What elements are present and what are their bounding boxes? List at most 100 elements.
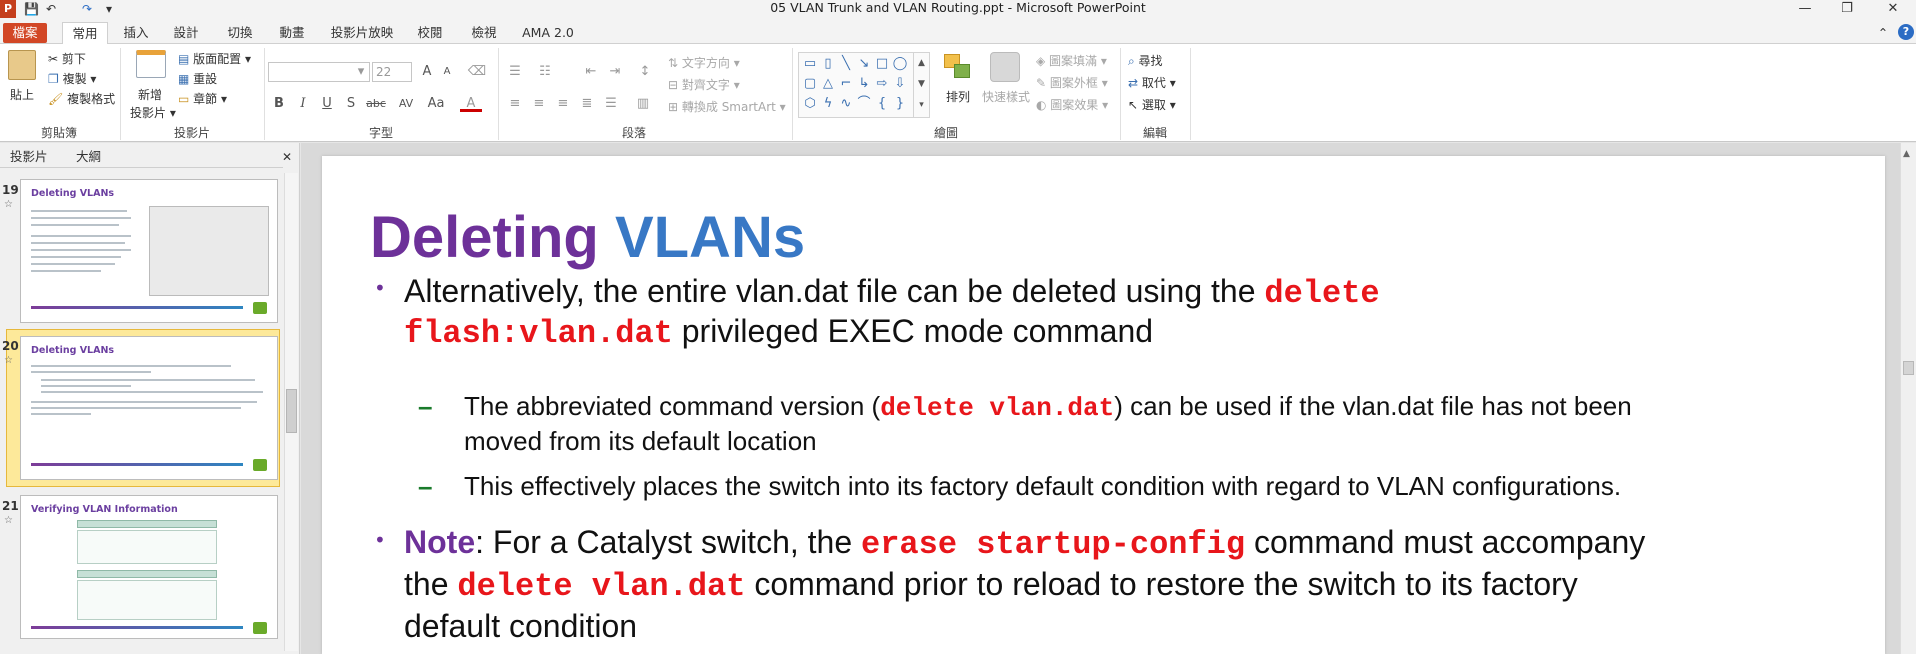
tab-review[interactable]: 校閱 (412, 22, 448, 44)
tab-slideshow[interactable]: 投影片放映 (328, 22, 396, 44)
underline-button[interactable]: U (316, 94, 338, 114)
line-shape-icon[interactable]: ╲ (837, 55, 855, 73)
distribute-icon[interactable]: ☰ (600, 94, 622, 114)
vertical-textbox-shape-icon[interactable]: ▯ (819, 55, 837, 73)
triangle-shape-icon[interactable]: △ (819, 75, 837, 93)
right-arrow-shape-icon[interactable]: ⇨ (873, 75, 891, 93)
hexagon-shape-icon[interactable]: ⬡ (801, 95, 819, 113)
cut-button[interactable]: ✂ 剪下 (48, 50, 86, 68)
scroll-up-icon[interactable]: ▲ (1903, 149, 1910, 159)
strikethrough-button[interactable]: abc (362, 94, 390, 114)
brace-shape-icon[interactable]: { (873, 95, 891, 113)
section-button[interactable]: ▭ 章節 ▾ (178, 90, 227, 108)
tab-transitions[interactable]: 切換 (222, 22, 258, 44)
align-right-icon[interactable]: ≡ (552, 94, 574, 114)
note-line-1[interactable]: Note: For a Catalyst switch, the erase s… (404, 522, 1645, 565)
paste-icon[interactable] (8, 50, 36, 80)
replace-button[interactable]: ⇄ 取代 ▾ (1128, 74, 1176, 92)
slide-thumbnail-20[interactable]: Deleting VLANs (20, 336, 278, 480)
align-left-icon[interactable]: ≡ (504, 94, 526, 114)
clear-format-icon[interactable]: ⌫ (466, 62, 488, 82)
lightning-shape-icon[interactable]: ϟ (819, 95, 837, 113)
tab-home[interactable]: 常用 (62, 22, 108, 45)
decrease-indent-icon[interactable]: ⇤ (580, 62, 602, 82)
layout-button[interactable]: ▤ 版面配置 ▾ (178, 50, 251, 68)
freeform-shape-icon[interactable]: ⌒ (855, 95, 873, 113)
select-button[interactable]: ↖ 選取 ▾ (1128, 96, 1176, 114)
panel-scroll-thumb[interactable] (286, 389, 297, 433)
gallery-scroll-icon[interactable]: ▲ ▼ ▾ (913, 53, 929, 117)
font-name-dropdown-icon[interactable]: ▾ (352, 62, 370, 82)
help-icon[interactable]: ? (1898, 24, 1914, 40)
bold-button[interactable]: B (268, 94, 290, 114)
brace-right-shape-icon[interactable]: } (891, 95, 909, 113)
tab-animations[interactable]: 動畫 (274, 22, 310, 44)
align-text-button[interactable]: ⊟ 對齊文字 ▾ (668, 76, 740, 94)
bullet-1-line-2[interactable]: flash:vlan.dat privileged EXEC mode comm… (404, 311, 1153, 354)
slide-canvas[interactable]: Deleting VLANs • Alternatively, the enti… (322, 156, 1885, 654)
elbow-arrow-shape-icon[interactable]: ↳ (855, 75, 873, 93)
curve-shape-icon[interactable]: ∿ (837, 95, 855, 113)
reset-button[interactable]: ▦ 重設 (178, 70, 217, 88)
tab-file[interactable]: 檔案 (3, 23, 47, 43)
close-button[interactable]: ✕ (1876, 0, 1910, 18)
new-slide-menu[interactable]: 投影片 ▾ (130, 104, 176, 122)
increase-indent-icon[interactable]: ⇥ (604, 62, 626, 82)
font-size-input[interactable]: 22 (372, 62, 412, 82)
tab-insert[interactable]: 插入 (118, 22, 154, 44)
copy-button[interactable]: ❐ 複製 ▾ (48, 70, 96, 88)
arrange-button[interactable]: 排列 (946, 88, 970, 106)
shape-effects-button[interactable]: ◐ 圖案效果 ▾ (1036, 96, 1108, 114)
sub-bullet-1-line-1[interactable]: The abbreviated command version (delete … (464, 389, 1632, 426)
oval-shape-icon[interactable]: ◯ (891, 55, 909, 73)
font-color-button[interactable]: A (460, 94, 482, 112)
editor-scrollbar[interactable]: ▲ (1900, 143, 1916, 654)
rounded-rect-shape-icon[interactable]: ▢ (801, 75, 819, 93)
paste-button[interactable]: 貼上 (10, 86, 34, 104)
shapes-gallery[interactable]: ▭ ▯ ╲ ↘ □ ◯ ▢ △ ⌐ ↳ ⇨ ⇩ ⬡ ϟ ∿ ⌒ { } ▲ ▼ ▾ (798, 52, 930, 118)
textbox-shape-icon[interactable]: ▭ (801, 55, 819, 73)
arrange-icon[interactable] (942, 52, 972, 80)
line-spacing-icon[interactable]: ↕ (634, 62, 656, 82)
align-center-icon[interactable]: ≡ (528, 94, 550, 114)
restore-button[interactable]: ❐ (1830, 0, 1864, 18)
collapse-ribbon-icon[interactable]: ⌃ (1876, 22, 1890, 44)
slide-title[interactable]: Deleting VLANs (370, 204, 805, 271)
panel-scrollbar[interactable] (284, 173, 298, 651)
italic-button[interactable]: I (292, 94, 314, 114)
new-slide-icon[interactable] (136, 50, 166, 78)
tab-outline-panel[interactable]: 大綱 (76, 149, 101, 165)
columns-icon[interactable]: ▥ (632, 94, 654, 114)
close-panel-icon[interactable]: ✕ (282, 149, 292, 165)
editor-scroll-thumb[interactable] (1903, 361, 1914, 375)
arrow-line-shape-icon[interactable]: ↘ (855, 55, 873, 73)
note-line-3[interactable]: default condition (404, 606, 637, 646)
slide-thumbnail-19[interactable]: Deleting VLANs (20, 179, 278, 323)
numbering-icon[interactable]: ☷ (534, 62, 556, 82)
elbow-connector-shape-icon[interactable]: ⌐ (837, 75, 855, 93)
minimize-button[interactable]: — (1788, 0, 1822, 18)
tab-design[interactable]: 設計 (168, 22, 204, 44)
note-line-2[interactable]: the delete vlan.dat command prior to rel… (404, 564, 1578, 607)
bullet-1-line-1[interactable]: Alternatively, the entire vlan.dat file … (404, 271, 1380, 314)
quick-styles-button[interactable]: 快速樣式 (982, 88, 1030, 106)
slide-thumbnail-21[interactable]: Verifying VLAN Information (20, 495, 278, 639)
sub-bullet-1-line-2[interactable]: moved from its default location (464, 424, 817, 459)
text-direction-button[interactable]: ⇅ 文字方向 ▾ (668, 54, 740, 72)
tab-slides-panel[interactable]: 投影片 (10, 149, 48, 165)
new-slide-button[interactable]: 新增 (138, 86, 162, 104)
tab-view[interactable]: 檢視 (466, 22, 502, 44)
smartart-button[interactable]: ⊞ 轉換成 SmartArt ▾ (668, 98, 786, 116)
justify-icon[interactable]: ≣ (576, 94, 598, 114)
char-spacing-button[interactable]: AV (392, 94, 420, 114)
text-shadow-button[interactable]: S (340, 94, 362, 114)
sub-bullet-2[interactable]: This effectively places the switch into … (464, 469, 1621, 504)
find-button[interactable]: ⌕ 尋找 (1128, 52, 1163, 70)
shape-fill-button[interactable]: ◈ 圖案填滿 ▾ (1036, 52, 1107, 70)
format-painter-button[interactable]: 🖌 複製格式 (48, 90, 115, 108)
change-case-button[interactable]: Aa (422, 94, 450, 114)
rectangle-shape-icon[interactable]: □ (873, 55, 891, 73)
shrink-font-icon[interactable]: A (436, 62, 458, 82)
quick-styles-icon[interactable] (990, 52, 1020, 82)
down-arrow-shape-icon[interactable]: ⇩ (891, 75, 909, 93)
